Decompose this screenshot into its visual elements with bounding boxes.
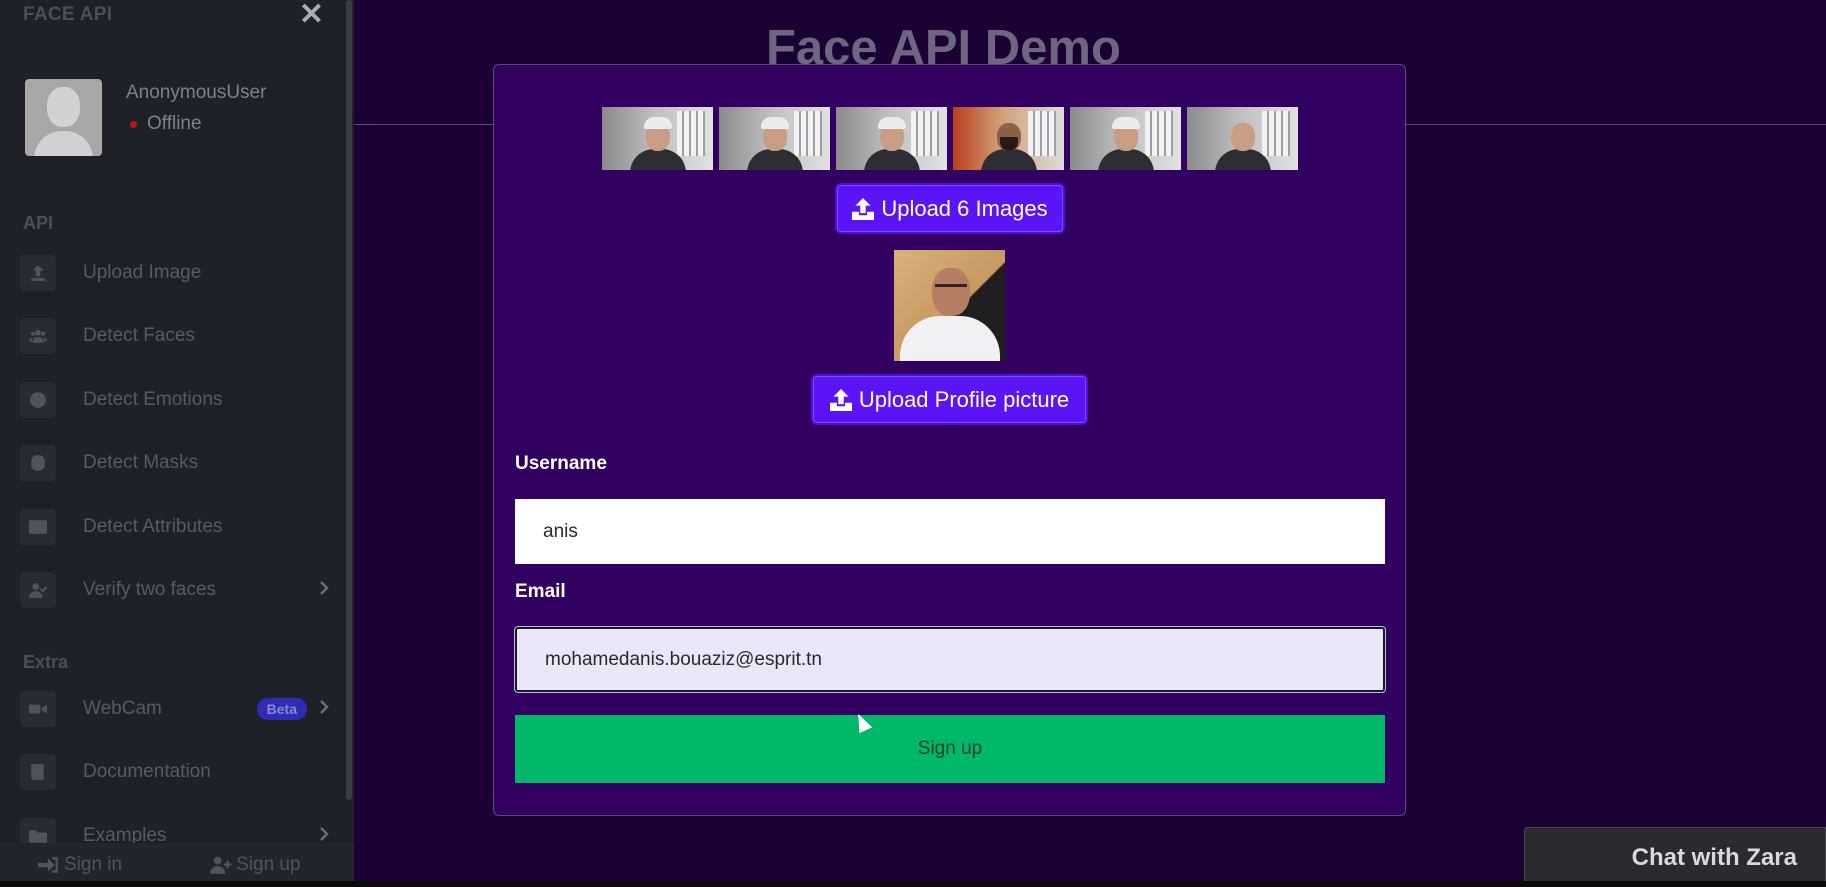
email-input[interactable] [515, 627, 1385, 692]
sidebar-item-webcam[interactable]: WebCam Beta [0, 677, 354, 741]
username-input[interactable] [515, 499, 1385, 564]
video-icon [20, 690, 56, 727]
face-thumbnail [836, 107, 947, 170]
profile-picture-preview [894, 250, 1005, 361]
sign-in-icon [38, 857, 58, 873]
email-label: Email [515, 581, 566, 602]
id-card-icon [20, 508, 56, 545]
signup-submit-button[interactable]: Sign up [515, 715, 1385, 783]
sidebar-item-detect-faces[interactable]: Detect Faces [0, 305, 354, 369]
section-header-extra: Extra [23, 652, 69, 672]
sidebar-item-label: Upload Image [83, 261, 202, 283]
sidebar-item-detect-emotions[interactable]: Detect Emotions [0, 368, 354, 432]
user-panel: AnonymousUser Offline [0, 30, 354, 156]
sidebar-item-label: Documentation [83, 761, 211, 783]
status-dot-icon [130, 120, 137, 128]
sidebar-item-label: Detect Emotions [83, 388, 223, 410]
sidebar-item-upload-image[interactable]: Upload Image [0, 241, 354, 305]
upload-icon [852, 197, 875, 220]
upload-icon [829, 388, 852, 411]
signup-link[interactable]: Sign up [210, 854, 301, 876]
user-status: Offline [126, 113, 266, 135]
sidebar-header: FACE API ✕ [0, 0, 354, 30]
face-image-thumbnails [602, 107, 1298, 170]
upload-profile-button[interactable]: Upload Profile picture [811, 374, 1088, 425]
signin-label: Sign in [64, 854, 123, 875]
sidebar-item-detect-attributes[interactable]: Detect Attributes [0, 495, 354, 559]
user-plus-icon [210, 856, 232, 874]
sidebar: FACE API ✕ AnonymousUser Offline API Upl… [0, 0, 354, 887]
face-thumbnail [719, 107, 830, 170]
upload-icon [20, 254, 56, 291]
chat-widget-button[interactable]: Chat with Zara [1524, 827, 1826, 887]
close-icon[interactable]: ✕ [299, 0, 324, 30]
upload-images-label: Upload 6 Images [881, 195, 1048, 221]
sidebar-item-documentation[interactable]: Documentation [0, 741, 354, 805]
app-window: Face API Demo FACE API ✕ AnonymousUser O… [0, 0, 1826, 887]
username-label: Username [515, 453, 607, 474]
sidebar-item-label: Detect Masks [83, 452, 199, 474]
signin-link[interactable]: Sign in [38, 854, 122, 876]
section-header-api: API [23, 213, 54, 233]
sidebar-item-detect-masks[interactable]: Detect Masks [0, 432, 354, 496]
signup-label: Sign up [236, 854, 301, 875]
upload-images-button[interactable]: Upload 6 Images [835, 183, 1065, 234]
signup-modal: Upload 6 Images Upload Profile picture U… [493, 64, 1406, 816]
face-thumbnail [1070, 107, 1181, 170]
mask-icon [20, 445, 56, 482]
sidebar-item-label: Detect Attributes [83, 515, 223, 537]
face-thumbnail [602, 107, 713, 170]
user-status-label: Offline [147, 113, 202, 134]
sidebar-scrollbar[interactable] [346, 0, 352, 800]
brand-title: FACE API [23, 4, 113, 25]
users-icon [20, 318, 56, 355]
sidebar-item-label: Verify two faces [83, 579, 217, 601]
user-name: AnonymousUser [126, 82, 267, 103]
sidebar-item-label: WebCam [83, 697, 162, 719]
beta-badge: Beta [256, 697, 307, 720]
face-thumbnail [1187, 107, 1298, 170]
sidebar-item-label: Detect Faces [83, 325, 195, 347]
sidebar-item-verify-two-faces[interactable]: Verify two faces [0, 559, 354, 623]
smile-icon [20, 381, 56, 418]
upload-profile-label: Upload Profile picture [858, 386, 1070, 412]
avatar [25, 79, 102, 156]
bottom-edge [0, 881, 1826, 887]
chevron-right-icon [319, 698, 329, 720]
face-thumbnail [953, 107, 1064, 170]
user-check-icon [20, 572, 56, 609]
chevron-right-icon [319, 579, 329, 601]
book-icon [20, 754, 56, 791]
